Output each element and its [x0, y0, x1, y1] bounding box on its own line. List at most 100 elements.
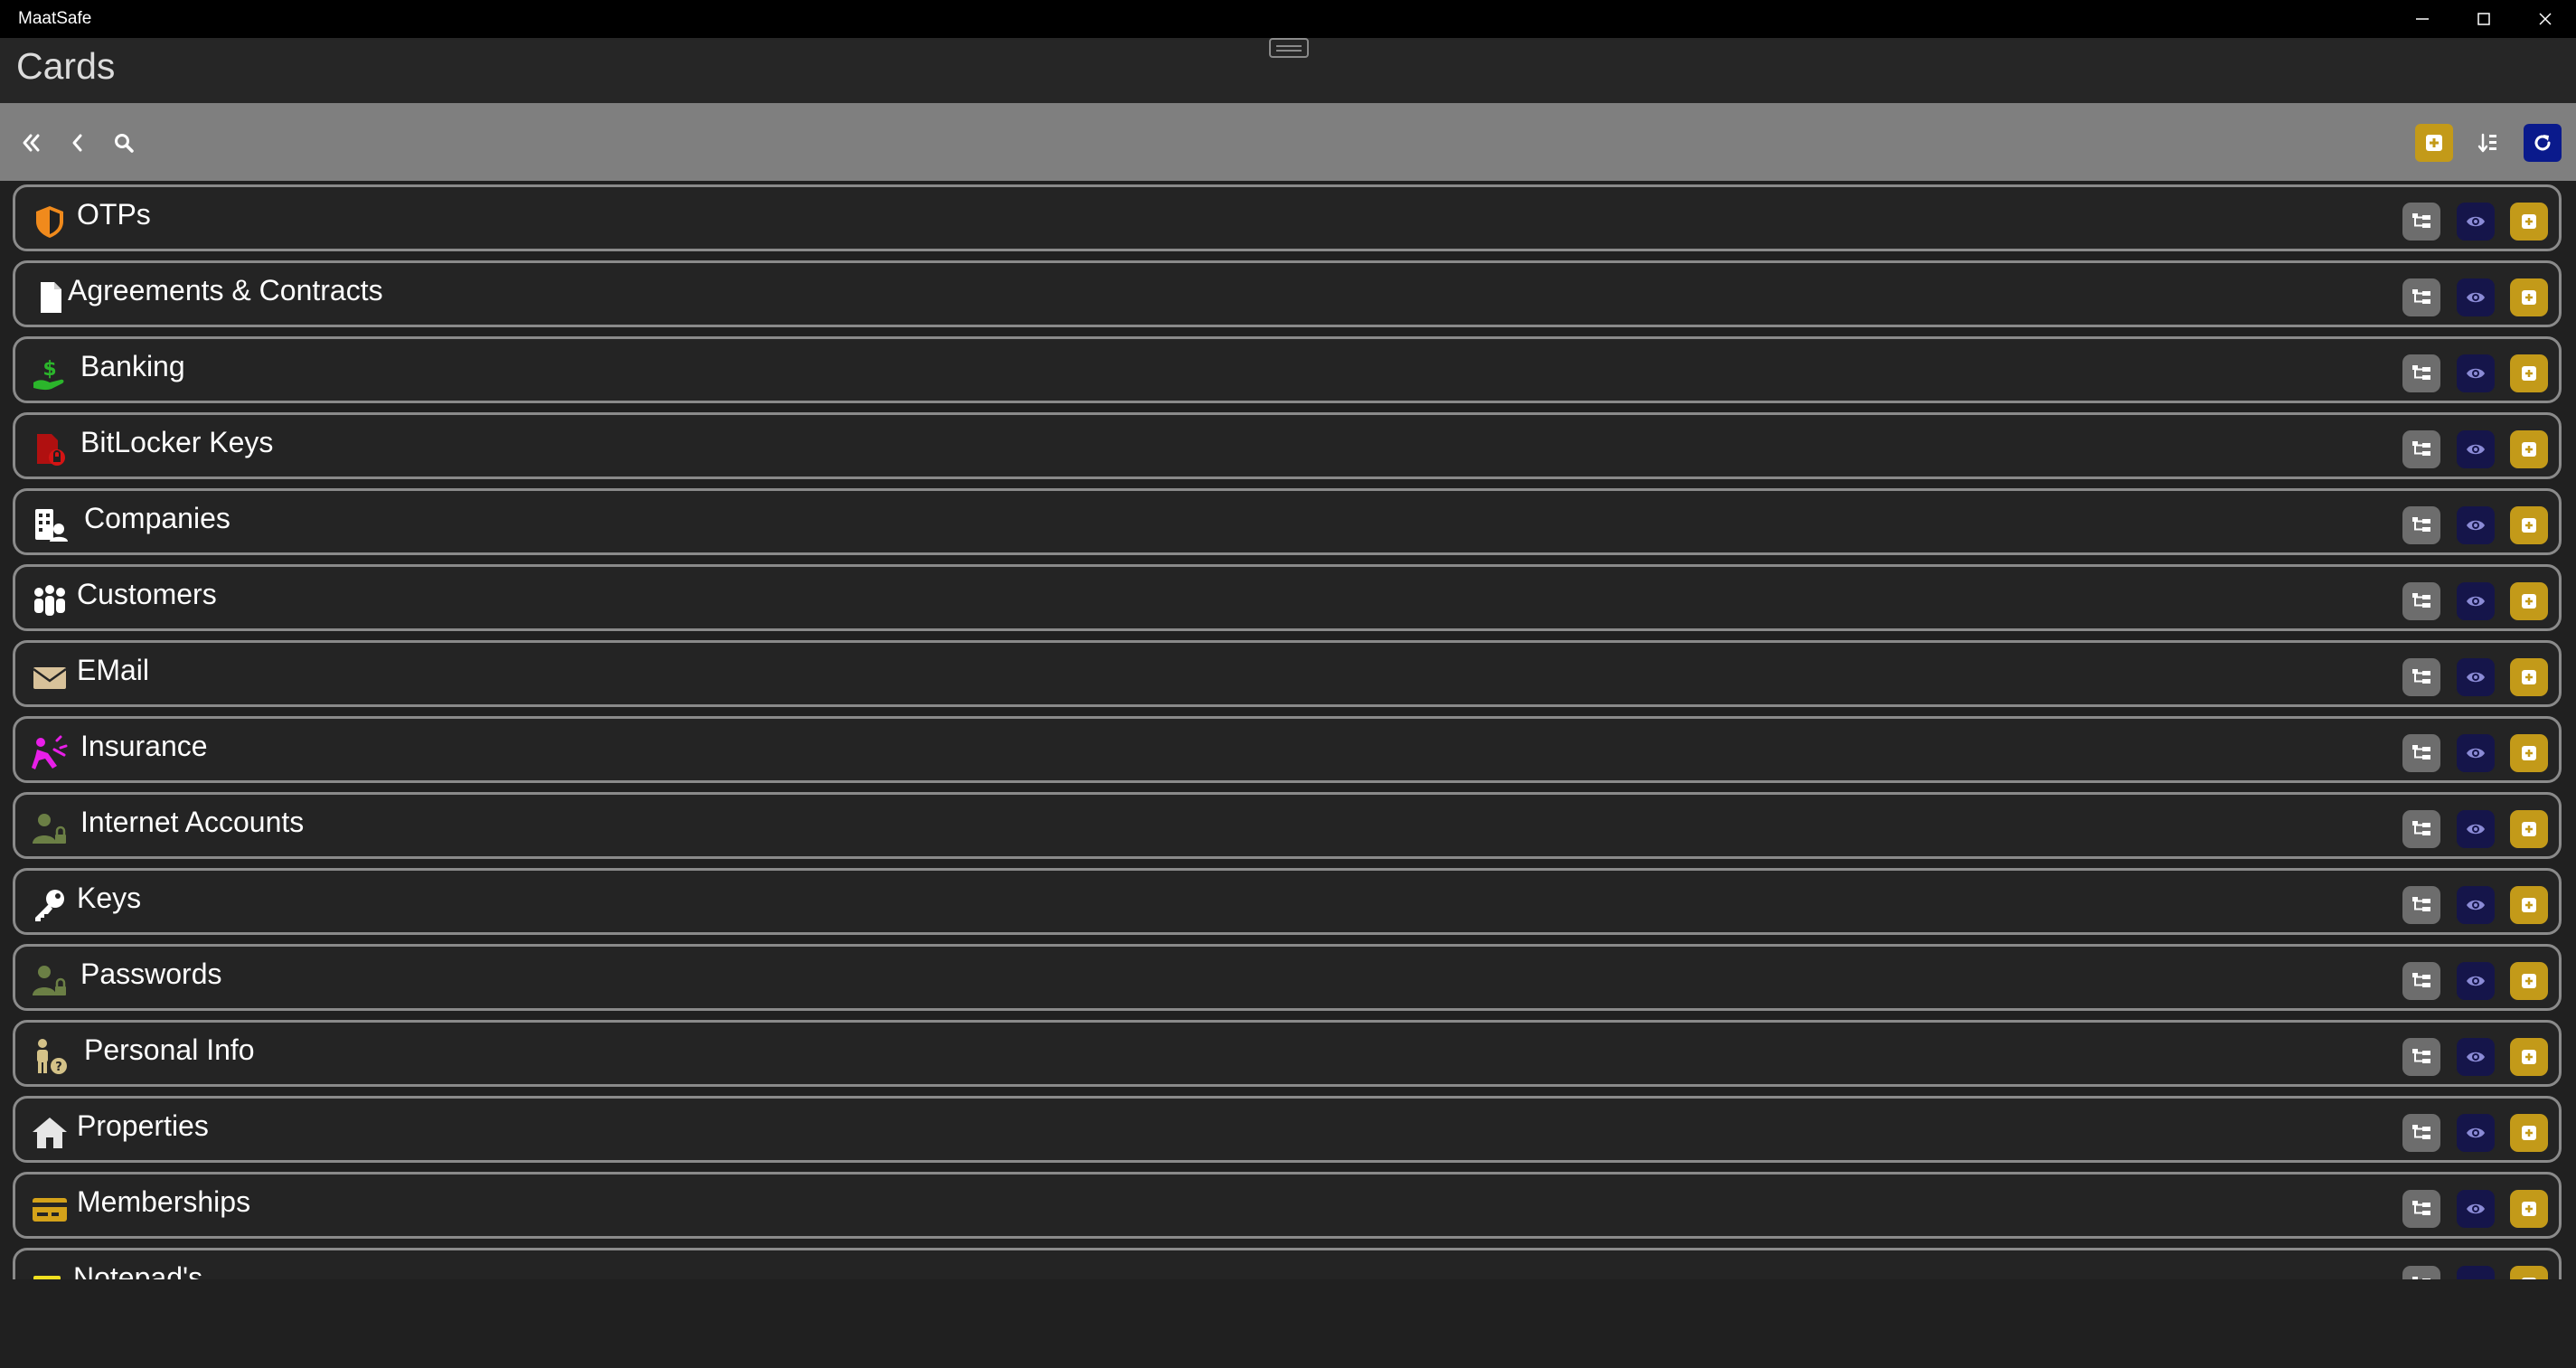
category-row-notepads[interactable]: Notepad's	[13, 1248, 2562, 1279]
add-item-button[interactable]	[2510, 354, 2548, 392]
view-button[interactable]	[2457, 354, 2495, 392]
category-list: OTPs Agreements & Contracts $ Banking Bi…	[0, 181, 2576, 1279]
eye-icon	[2467, 216, 2485, 227]
view-button[interactable]	[2457, 658, 2495, 696]
eye-icon	[2467, 1203, 2485, 1214]
category-row-otps[interactable]: OTPs	[13, 184, 2562, 251]
add-item-button[interactable]	[2510, 734, 2548, 772]
tree-view-button[interactable]	[2402, 810, 2440, 848]
tree-view-button[interactable]	[2402, 506, 2440, 544]
category-row-personal-info[interactable]: ? Personal Info	[13, 1020, 2562, 1087]
people-group-icon	[34, 585, 65, 616]
tree-view-button[interactable]	[2402, 1190, 2440, 1228]
add-item-button[interactable]	[2510, 1038, 2548, 1076]
back-button[interactable]	[59, 124, 97, 162]
category-row-bitlocker[interactable]: BitLocker Keys	[13, 412, 2562, 479]
category-row-email[interactable]: EMail	[13, 640, 2562, 707]
category-row-memberships[interactable]: Memberships	[13, 1172, 2562, 1239]
tree-icon	[2412, 821, 2430, 835]
add-icon	[2522, 442, 2536, 457]
view-button[interactable]	[2457, 810, 2495, 848]
eye-icon	[2467, 824, 2485, 835]
tree-view-button[interactable]	[2402, 278, 2440, 316]
add-item-button[interactable]	[2510, 1114, 2548, 1152]
category-label: Properties	[77, 1109, 209, 1142]
add-item-button[interactable]	[2510, 962, 2548, 1000]
category-label: EMail	[77, 654, 150, 686]
view-button[interactable]	[2457, 1266, 2495, 1279]
add-category-button[interactable]	[2415, 124, 2453, 162]
category-row-companies[interactable]: Companies	[13, 488, 2562, 555]
tree-view-button[interactable]	[2402, 962, 2440, 1000]
view-button[interactable]	[2457, 1038, 2495, 1076]
category-label: Insurance	[80, 730, 208, 762]
view-button[interactable]	[2457, 506, 2495, 544]
card-icon	[33, 1198, 67, 1222]
category-label: Keys	[77, 882, 142, 914]
drag-handle-icon[interactable]	[1269, 38, 1309, 58]
category-row-properties[interactable]: Properties	[13, 1096, 2562, 1163]
view-button[interactable]	[2457, 1190, 2495, 1228]
add-item-button[interactable]	[2510, 430, 2548, 468]
add-item-button[interactable]	[2510, 203, 2548, 241]
tree-icon	[2412, 1201, 2430, 1215]
category-label: Internet Accounts	[80, 806, 305, 838]
add-item-button[interactable]	[2510, 582, 2548, 620]
add-item-button[interactable]	[2510, 810, 2548, 848]
category-row-insurance[interactable]: Insurance	[13, 716, 2562, 783]
add-item-button[interactable]	[2510, 506, 2548, 544]
view-button[interactable]	[2457, 430, 2495, 468]
category-row-internet-accounts[interactable]: Internet Accounts	[13, 792, 2562, 859]
tree-view-button[interactable]	[2402, 430, 2440, 468]
add-item-button[interactable]	[2510, 1190, 2548, 1228]
tree-view-button[interactable]	[2402, 1114, 2440, 1152]
toolbar	[0, 103, 2576, 181]
add-icon	[2426, 135, 2442, 151]
close-icon	[2539, 13, 2552, 25]
eye-icon	[2467, 1127, 2485, 1138]
view-button[interactable]	[2457, 734, 2495, 772]
category-row-customers[interactable]: Customers	[13, 564, 2562, 631]
add-icon	[2522, 290, 2536, 305]
close-window-button[interactable]	[2515, 0, 2576, 38]
category-row-passwords[interactable]: Passwords	[13, 944, 2562, 1011]
category-row-agreements[interactable]: Agreements & Contracts	[13, 260, 2562, 327]
add-item-button[interactable]	[2510, 1266, 2548, 1279]
refresh-button[interactable]	[2524, 124, 2562, 162]
add-item-button[interactable]	[2510, 278, 2548, 316]
tree-view-button[interactable]	[2402, 1038, 2440, 1076]
tree-view-button[interactable]	[2402, 886, 2440, 924]
view-button[interactable]	[2457, 1114, 2495, 1152]
view-button[interactable]	[2457, 278, 2495, 316]
category-row-keys[interactable]: Keys	[13, 868, 2562, 935]
locked-file-icon	[37, 434, 65, 466]
view-button[interactable]	[2457, 582, 2495, 620]
svg-text:?: ?	[55, 1061, 62, 1074]
view-button[interactable]	[2457, 962, 2495, 1000]
view-button[interactable]	[2457, 203, 2495, 241]
user-lock-icon	[33, 966, 66, 995]
category-label: Customers	[77, 578, 217, 610]
tree-icon	[2412, 745, 2430, 759]
category-row-banking[interactable]: $ Banking	[13, 336, 2562, 403]
category-label: BitLocker Keys	[80, 426, 274, 458]
tree-icon	[2412, 441, 2430, 456]
tree-view-button[interactable]	[2402, 203, 2440, 241]
collapse-all-button[interactable]	[13, 124, 51, 162]
eye-icon	[2467, 292, 2485, 303]
tree-view-button[interactable]	[2402, 658, 2440, 696]
tree-view-button[interactable]	[2402, 582, 2440, 620]
tree-view-button[interactable]	[2402, 354, 2440, 392]
view-button[interactable]	[2457, 886, 2495, 924]
add-item-button[interactable]	[2510, 658, 2548, 696]
money-hand-icon: $	[33, 358, 64, 391]
tree-view-button[interactable]	[2402, 1266, 2440, 1279]
tree-view-button[interactable]	[2402, 734, 2440, 772]
add-item-button[interactable]	[2510, 886, 2548, 924]
svg-text:$: $	[42, 358, 56, 381]
category-label: Passwords	[80, 958, 222, 990]
minimize-button[interactable]	[2392, 0, 2453, 38]
search-button[interactable]	[105, 124, 143, 162]
maximize-button[interactable]	[2453, 0, 2515, 38]
sort-button[interactable]	[2469, 124, 2507, 162]
